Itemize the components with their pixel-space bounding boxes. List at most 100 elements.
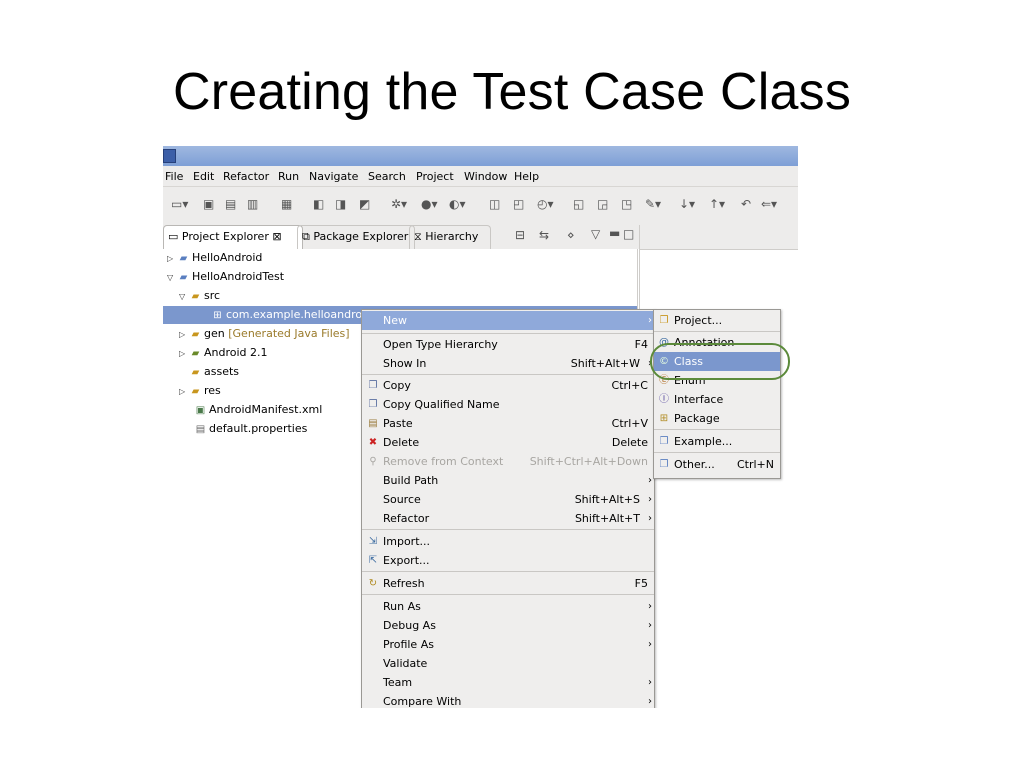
menu-navigate[interactable]: Navigate (309, 170, 358, 183)
menu-remove-from-context[interactable]: ⚲ Remove from Context Shift+Ctrl+Alt+Dow… (362, 452, 654, 471)
project-explorer-icon: ▭ (168, 230, 179, 243)
open-type-icon[interactable]: ◫ (489, 197, 500, 211)
menu-run[interactable]: Run (278, 170, 299, 183)
tree-node-res[interactable]: ▷ ▰ res (179, 382, 221, 400)
run-icon[interactable]: ●▾ (421, 197, 438, 211)
expand-icon[interactable]: ▷ (167, 250, 177, 268)
menu-copy[interactable]: ❐ Copy Ctrl+C (362, 376, 654, 395)
tree-node-android-library[interactable]: ▷ ▰ Android 2.1 (179, 344, 268, 362)
prev-annotation-icon[interactable]: ↑▾ (709, 197, 725, 211)
submenu-arrow-icon: › (648, 696, 652, 707)
copy-icon: ❐ (368, 380, 378, 391)
other-icon: ❐ (659, 459, 669, 470)
android-sdk-icon[interactable]: ▦ (281, 197, 292, 211)
menu-copy-qualified-name[interactable]: ❐ Copy Qualified Name (362, 395, 654, 414)
menu-window[interactable]: Window (464, 170, 507, 183)
source-folder-icon: ▰ (191, 329, 200, 340)
menu-show-in[interactable]: Show In Shift+Alt+W › (362, 354, 654, 373)
package-icon: ⊞ (659, 413, 669, 424)
minimize-icon[interactable]: ▬ (609, 226, 620, 240)
menu-profile-as[interactable]: Profile As › (362, 635, 654, 654)
menu-paste[interactable]: ▤ Paste Ctrl+V (362, 414, 654, 433)
tab-project-explorer[interactable]: ▭ Project Explorer ⊠ (163, 225, 303, 249)
menu-source[interactable]: Source Shift+Alt+S › (362, 490, 654, 509)
new-class-icon[interactable]: ◩ (359, 197, 370, 211)
tree-node-gen[interactable]: ▷ ▰ gen [Generated Java Files] (179, 325, 350, 343)
tab-package-explorer[interactable]: ⧉ Package Explorer (297, 225, 415, 249)
menu-project[interactable]: Project (416, 170, 454, 183)
pen-icon[interactable]: ✎▾ (645, 197, 661, 211)
open-task-icon[interactable]: ◰ (513, 197, 524, 211)
tree-node-helloandroidtest[interactable]: ▽ ▰ HelloAndroidTest (167, 268, 284, 286)
collapse-icon[interactable]: ▽ (179, 288, 189, 306)
new-package-icon[interactable]: ◨ (335, 197, 346, 211)
maximize-icon[interactable]: □ (623, 227, 634, 241)
menu-separator (362, 529, 654, 530)
close-tab-icon[interactable]: ⊠ (272, 230, 281, 243)
menu-debug-as[interactable]: Debug As › (362, 616, 654, 635)
view-menu-dropdown-icon[interactable]: ▽ (591, 227, 600, 241)
refresh-icon: ↻ (368, 578, 378, 589)
menu-delete[interactable]: ✖ Delete Delete (362, 433, 654, 452)
menu-separator (362, 333, 654, 334)
example-icon: ❐ (659, 436, 669, 447)
submenu-project[interactable]: ❐ Project... (654, 311, 780, 330)
tree-node-src[interactable]: ▽ ▰ src (179, 287, 220, 305)
save-all-icon[interactable]: ▤ (225, 197, 236, 211)
tree-node-manifest[interactable]: ▣ AndroidManifest.xml (194, 401, 322, 419)
remove-context-icon: ⚲ (369, 456, 377, 467)
tree-node-package[interactable]: ⊞ com.example.helloandroid (211, 306, 372, 324)
view-menu-icon[interactable]: ⋄ (567, 228, 575, 242)
menu-build-path[interactable]: Build Path › (362, 471, 654, 490)
open-folder-icon[interactable]: ◱ (573, 197, 584, 211)
open-file-icon[interactable]: ◳ (621, 197, 632, 211)
library-icon: ▰ (191, 348, 200, 359)
submenu-package[interactable]: ⊞ Package (654, 409, 780, 428)
menu-export[interactable]: ⇱ Export... (362, 551, 654, 570)
save-icon[interactable]: ▣ (203, 197, 214, 211)
menu-file[interactable]: File (165, 170, 183, 183)
search-icon[interactable]: ◴▾ (537, 197, 554, 211)
back-icon[interactable]: ⇐▾ (761, 197, 777, 211)
tab-hierarchy[interactable]: ⧖ Hierarchy (409, 225, 491, 249)
menu-refresh[interactable]: ↻ Refresh F5 (362, 574, 654, 593)
delete-icon: ✖ (368, 437, 378, 448)
menu-edit[interactable]: Edit (193, 170, 214, 183)
window-titlebar (163, 146, 798, 166)
submenu-arrow-icon: › (648, 620, 652, 631)
menu-help[interactable]: Help (514, 170, 539, 183)
open-project-icon[interactable]: ◲ (597, 197, 608, 211)
menu-run-as[interactable]: Run As › (362, 597, 654, 616)
menu-import[interactable]: ⇲ Import... (362, 532, 654, 551)
expand-icon[interactable]: ▷ (179, 326, 189, 344)
menu-refactor[interactable]: Refactor (223, 170, 269, 183)
tree-node-default-properties[interactable]: ▤ default.properties (194, 420, 308, 438)
menu-new[interactable]: New › (362, 311, 654, 330)
link-with-editor-icon[interactable]: ⇆ (539, 228, 549, 242)
new-submenu: ❐ Project... @ Annotation © Class Ⓔ Enum… (653, 309, 781, 479)
interface-icon: Ⓘ (659, 394, 669, 405)
new-java-project-icon[interactable]: ◧ (313, 197, 324, 211)
menu-open-type-hierarchy[interactable]: Open Type Hierarchy F4 (362, 335, 654, 354)
tree-node-assets[interactable]: ▰ assets (189, 363, 239, 381)
print-icon[interactable]: ▥ (247, 197, 258, 211)
submenu-interface[interactable]: Ⓘ Interface (654, 390, 780, 409)
menu-team[interactable]: Team › (362, 673, 654, 692)
next-annotation-icon[interactable]: ↓▾ (679, 197, 695, 211)
submenu-other[interactable]: ❐ Other... Ctrl+N (654, 455, 780, 474)
new-wizard-icon[interactable]: ▭▾ (171, 197, 188, 211)
menu-search[interactable]: Search (368, 170, 406, 183)
expand-icon[interactable]: ▷ (179, 345, 189, 363)
last-edit-icon[interactable]: ↶ (741, 197, 751, 211)
submenu-example[interactable]: ❐ Example... (654, 432, 780, 451)
menu-validate[interactable]: Validate (362, 654, 654, 673)
collapse-all-icon[interactable]: ⊟ (515, 228, 525, 242)
menu-refactor[interactable]: Refactor Shift+Alt+T › (362, 509, 654, 528)
menu-compare-with[interactable]: Compare With › (362, 692, 654, 708)
external-tools-icon[interactable]: ◐▾ (449, 197, 466, 211)
collapse-icon[interactable]: ▽ (167, 269, 177, 287)
tree-node-helloandroid[interactable]: ▷ ▰ HelloAndroid (167, 249, 262, 267)
expand-icon[interactable]: ▷ (179, 383, 189, 401)
debug-icon[interactable]: ✲▾ (391, 197, 407, 211)
slide-title: Creating the Test Case Class (172, 63, 852, 121)
